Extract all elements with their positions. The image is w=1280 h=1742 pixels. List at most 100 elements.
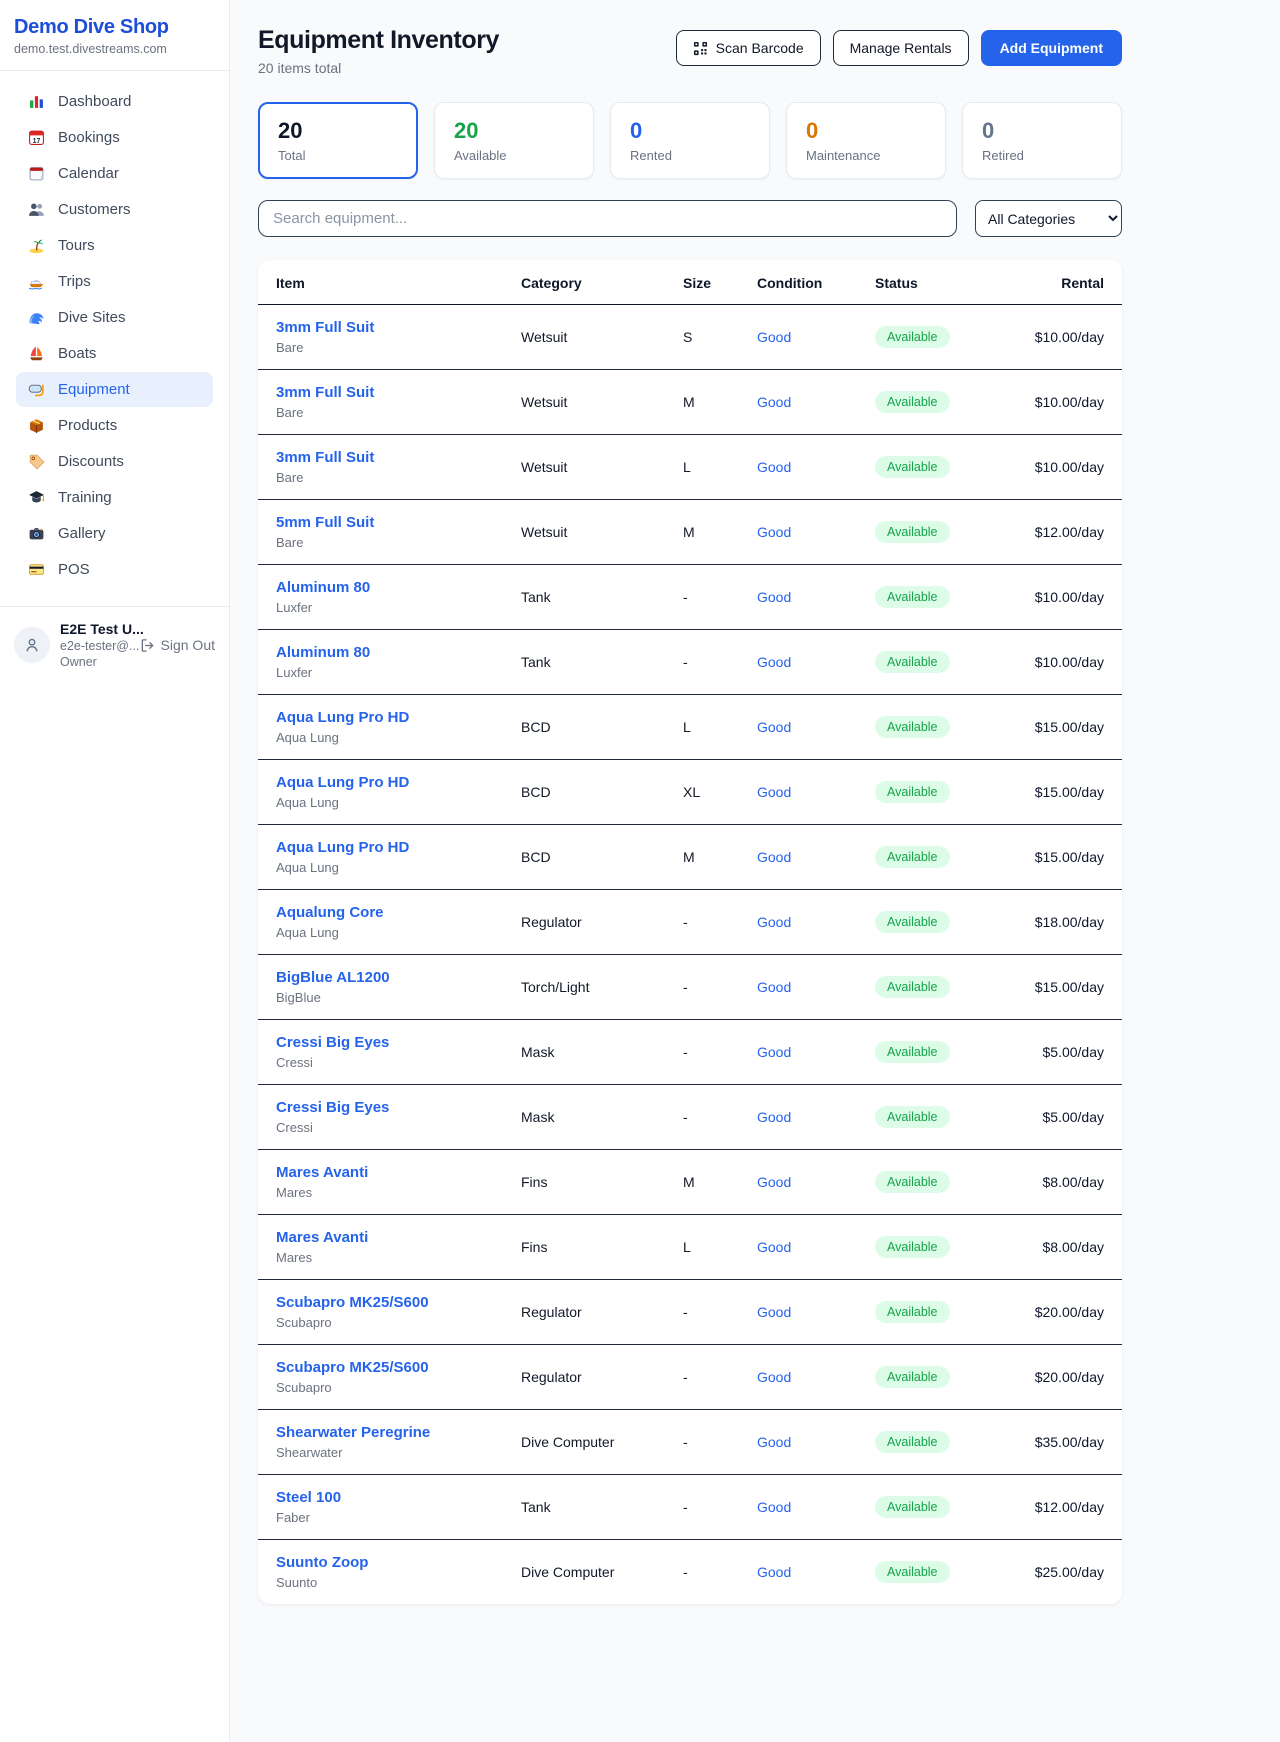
item-size: M <box>683 370 757 435</box>
item-link[interactable]: Shearwater Peregrine <box>276 1424 430 1441</box>
sidebar-item[interactable]: Dashboard <box>16 84 213 119</box>
condition-link[interactable]: Good <box>757 914 791 930</box>
item-rental: $10.00/day <box>1013 305 1122 370</box>
item-rental: $15.00/day <box>1013 955 1122 1020</box>
item-link[interactable]: Aluminum 80 <box>276 579 370 596</box>
item-link[interactable]: Aqua Lung Pro HD <box>276 709 409 726</box>
item-brand: Bare <box>276 405 513 420</box>
stat-value: 20 <box>454 118 574 144</box>
condition-link[interactable]: Good <box>757 459 791 475</box>
sidebar-item[interactable]: Customers <box>16 192 213 227</box>
sidebar-item-label: Dashboard <box>58 93 131 110</box>
sign-out-button[interactable]: Sign Out <box>140 637 215 653</box>
sidebar-item[interactable]: Trips <box>16 264 213 299</box>
item-link[interactable]: 3mm Full Suit <box>276 384 374 401</box>
equipment-row: 3mm Full Suit Bare Wetsuit S Good Availa… <box>258 305 1122 370</box>
item-brand: Bare <box>276 340 513 355</box>
stat-card[interactable]: 0 Retired <box>962 102 1122 179</box>
item-link[interactable]: 5mm Full Suit <box>276 514 374 531</box>
condition-link[interactable]: Good <box>757 979 791 995</box>
item-link[interactable]: Aqualung Core <box>276 904 384 921</box>
sidebar-item[interactable]: Calendar <box>16 156 213 191</box>
item-size: L <box>683 1215 757 1280</box>
item-rental: $8.00/day <box>1013 1150 1122 1215</box>
sidebar-item-label: Tours <box>58 237 95 254</box>
item-category: BCD <box>521 825 683 890</box>
item-brand: Suunto <box>276 1575 513 1590</box>
credit-card-icon <box>28 561 45 578</box>
status-badge: Available <box>875 1496 950 1518</box>
item-link[interactable]: Scubapro MK25/S600 <box>276 1294 429 1311</box>
condition-link[interactable]: Good <box>757 524 791 540</box>
condition-link[interactable]: Good <box>757 784 791 800</box>
item-link[interactable]: Scubapro MK25/S600 <box>276 1359 429 1376</box>
sidebar-item[interactable]: Discounts <box>16 444 213 479</box>
add-equipment-button[interactable]: Add Equipment <box>981 30 1122 66</box>
app-logo[interactable]: Demo Dive Shop <box>14 16 215 39</box>
condition-link[interactable]: Good <box>757 1499 791 1515</box>
sidebar-item[interactable]: Dive Sites <box>16 300 213 335</box>
sidebar-item-label: Dive Sites <box>58 309 126 326</box>
condition-link[interactable]: Good <box>757 1369 791 1385</box>
item-link[interactable]: Aqua Lung Pro HD <box>276 839 409 856</box>
condition-link[interactable]: Good <box>757 1304 791 1320</box>
condition-link[interactable]: Good <box>757 589 791 605</box>
item-link[interactable]: Aluminum 80 <box>276 644 370 661</box>
sidebar-nav: Dashboard 17 Bookings Calendar Customers <box>0 71 229 600</box>
equipment-row: Aqua Lung Pro HD Aqua Lung BCD M Good Av… <box>258 825 1122 890</box>
svg-text:17: 17 <box>33 138 41 145</box>
sidebar-item[interactable]: Training <box>16 480 213 515</box>
item-link[interactable]: Cressi Big Eyes <box>276 1034 389 1051</box>
header-actions: Scan Barcode Manage Rentals Add Equipmen… <box>676 30 1122 66</box>
condition-link[interactable]: Good <box>757 1434 791 1450</box>
item-category: Dive Computer <box>521 1540 683 1605</box>
stat-card[interactable]: 20 Available <box>434 102 594 179</box>
stat-card[interactable]: 0 Maintenance <box>786 102 946 179</box>
equipment-row: 5mm Full Suit Bare Wetsuit M Good Availa… <box>258 500 1122 565</box>
condition-link[interactable]: Good <box>757 1174 791 1190</box>
item-link[interactable]: Mares Avanti <box>276 1229 368 1246</box>
search-input[interactable] <box>258 200 957 237</box>
sidebar-item-label: Discounts <box>58 453 124 470</box>
condition-link[interactable]: Good <box>757 1564 791 1580</box>
item-link[interactable]: BigBlue AL1200 <box>276 969 390 986</box>
item-link[interactable]: Suunto Zoop <box>276 1554 368 1571</box>
stat-card[interactable]: 20 Total <box>258 102 418 179</box>
user-section: E2E Test U... e2e-tester@... Owner Sign … <box>0 606 229 683</box>
status-badge: Available <box>875 846 950 868</box>
condition-link[interactable]: Good <box>757 1239 791 1255</box>
condition-link[interactable]: Good <box>757 1044 791 1060</box>
sidebar-item[interactable]: Tours <box>16 228 213 263</box>
item-size: - <box>683 1345 757 1410</box>
sidebar-item[interactable]: 17 Bookings <box>16 120 213 155</box>
item-brand: Aqua Lung <box>276 860 513 875</box>
item-brand: Luxfer <box>276 665 513 680</box>
sidebar-item[interactable]: Boats <box>16 336 213 371</box>
sidebar-item[interactable]: Equipment <box>16 372 213 407</box>
category-select[interactable]: All Categories <box>975 200 1122 237</box>
item-link[interactable]: 3mm Full Suit <box>276 319 374 336</box>
condition-link[interactable]: Good <box>757 849 791 865</box>
stat-value: 0 <box>630 118 750 144</box>
page-title: Equipment Inventory <box>258 26 499 55</box>
condition-link[interactable]: Good <box>757 1109 791 1125</box>
condition-link[interactable]: Good <box>757 329 791 345</box>
condition-link[interactable]: Good <box>757 394 791 410</box>
item-link[interactable]: Mares Avanti <box>276 1164 368 1181</box>
item-link[interactable]: 3mm Full Suit <box>276 449 374 466</box>
item-link[interactable]: Cressi Big Eyes <box>276 1099 389 1116</box>
item-category: Wetsuit <box>521 305 683 370</box>
manage-rentals-button[interactable]: Manage Rentals <box>833 30 969 66</box>
sidebar-item[interactable]: POS <box>16 552 213 587</box>
stat-card[interactable]: 0 Rented <box>610 102 770 179</box>
scan-barcode-button[interactable]: Scan Barcode <box>676 30 821 66</box>
status-badge: Available <box>875 1366 950 1388</box>
condition-link[interactable]: Good <box>757 719 791 735</box>
item-link[interactable]: Aqua Lung Pro HD <box>276 774 409 791</box>
sidebar-item[interactable]: Gallery <box>16 516 213 551</box>
item-link[interactable]: Steel 100 <box>276 1489 341 1506</box>
sidebar-item[interactable]: Products <box>16 408 213 443</box>
equipment-table-card: Item Category Size Condition Status Rent… <box>258 260 1122 1604</box>
condition-link[interactable]: Good <box>757 654 791 670</box>
item-size: - <box>683 1020 757 1085</box>
